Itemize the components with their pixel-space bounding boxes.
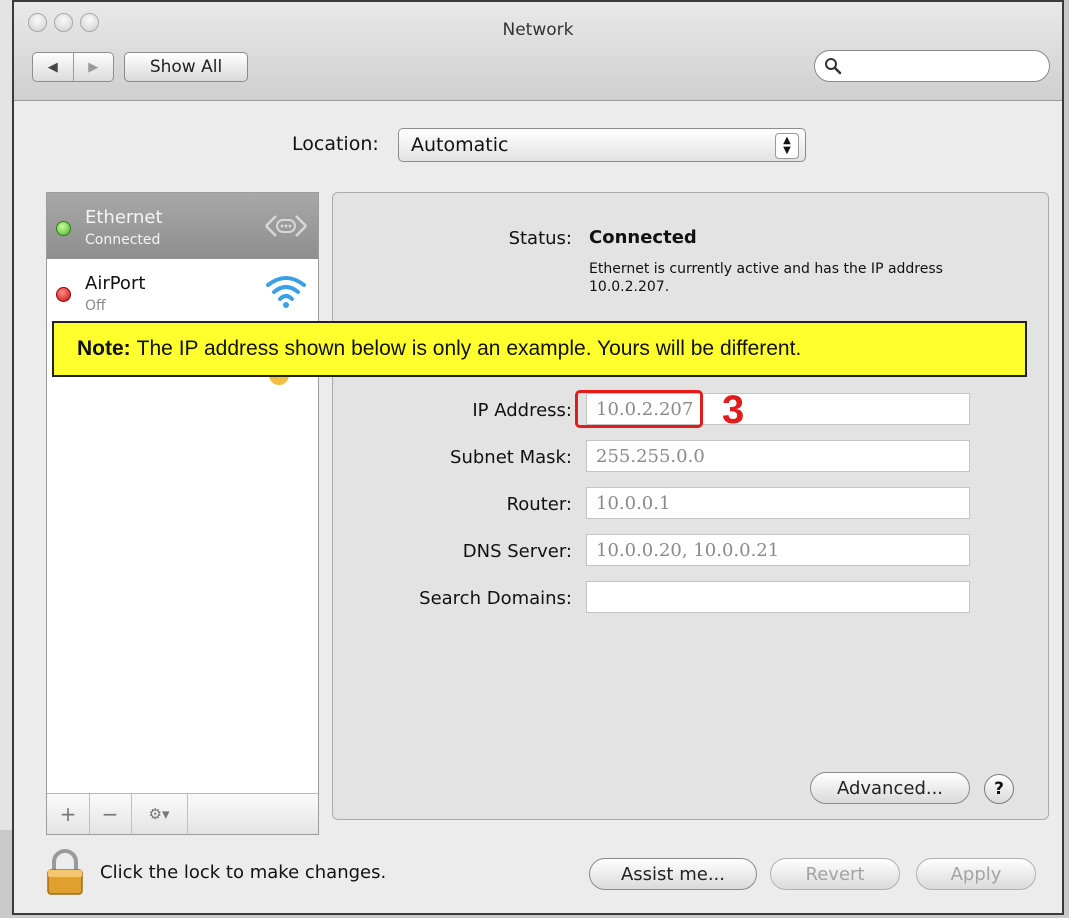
service-item-airport[interactable]: AirPort Off: [47, 259, 318, 325]
search-icon: [825, 58, 842, 75]
service-status: Connected: [85, 232, 161, 248]
step-number-label: 3: [722, 388, 745, 432]
status-label: Status:: [508, 228, 572, 249]
status-indicator-icon: [56, 287, 71, 302]
location-value: Automatic: [411, 134, 509, 156]
toolbar: Network ◀ ▶ Show All: [14, 2, 1062, 101]
router-label: Router:: [506, 494, 572, 515]
search-field[interactable]: [814, 50, 1050, 82]
advanced-button[interactable]: Advanced...: [810, 772, 970, 804]
help-button[interactable]: ?: [984, 774, 1014, 804]
service-item-ethernet[interactable]: Ethernet Connected: [47, 193, 318, 259]
lock-message: Click the lock to make changes.: [100, 862, 387, 883]
lock-icon[interactable]: [44, 848, 86, 896]
show-all-button[interactable]: Show All: [124, 52, 248, 82]
sidebar-toolbar: + − ⚙▾: [47, 793, 318, 834]
note-text: The IP address shown below is only an ex…: [136, 337, 802, 360]
revert-button[interactable]: Revert: [770, 858, 900, 890]
service-name: AirPort: [85, 273, 146, 294]
service-name: Ethernet: [85, 207, 163, 228]
subnet-mask-field: 255.255.0.0: [586, 440, 970, 472]
dns-server-field: 10.0.0.20, 10.0.0.21: [586, 534, 970, 566]
apply-button[interactable]: Apply: [916, 858, 1036, 890]
location-popup[interactable]: Automatic ▲ ▼: [398, 128, 806, 162]
search-domains-label: Search Domains:: [419, 588, 572, 609]
ip-address-label: IP Address:: [472, 400, 572, 421]
remove-service-button[interactable]: −: [89, 794, 132, 834]
network-preferences-window: Network ◀ ▶ Show All Location: Automatic…: [12, 0, 1064, 915]
note-callout: Note: The IP address shown below is only…: [52, 321, 1027, 377]
wifi-icon: [266, 276, 306, 308]
assist-me-button[interactable]: Assist me...: [589, 858, 757, 890]
search-input[interactable]: [847, 55, 1041, 79]
back-forward-control: ◀ ▶: [32, 52, 114, 82]
back-arrow-icon[interactable]: ◀: [33, 53, 73, 81]
router-field: 10.0.0.1: [586, 487, 970, 519]
status-value: Connected: [589, 227, 697, 248]
gear-icon[interactable]: ⚙▾: [131, 794, 188, 834]
add-service-button[interactable]: +: [47, 794, 90, 834]
forward-arrow-icon[interactable]: ▶: [72, 53, 114, 81]
status-indicator-icon: [56, 221, 71, 236]
dns-server-label: DNS Server:: [462, 541, 572, 562]
popup-arrows-icon: ▲ ▼: [775, 133, 799, 159]
subnet-mask-label: Subnet Mask:: [450, 447, 572, 468]
search-domains-field[interactable]: [586, 581, 970, 613]
window-title: Network: [502, 20, 574, 40]
status-description: Ethernet is currently active and has the…: [589, 261, 943, 295]
location-label: Location:: [292, 133, 379, 155]
note-label: Note:: [77, 337, 131, 360]
ip-address-highlight-box: [575, 390, 703, 428]
service-status: Off: [85, 298, 106, 314]
